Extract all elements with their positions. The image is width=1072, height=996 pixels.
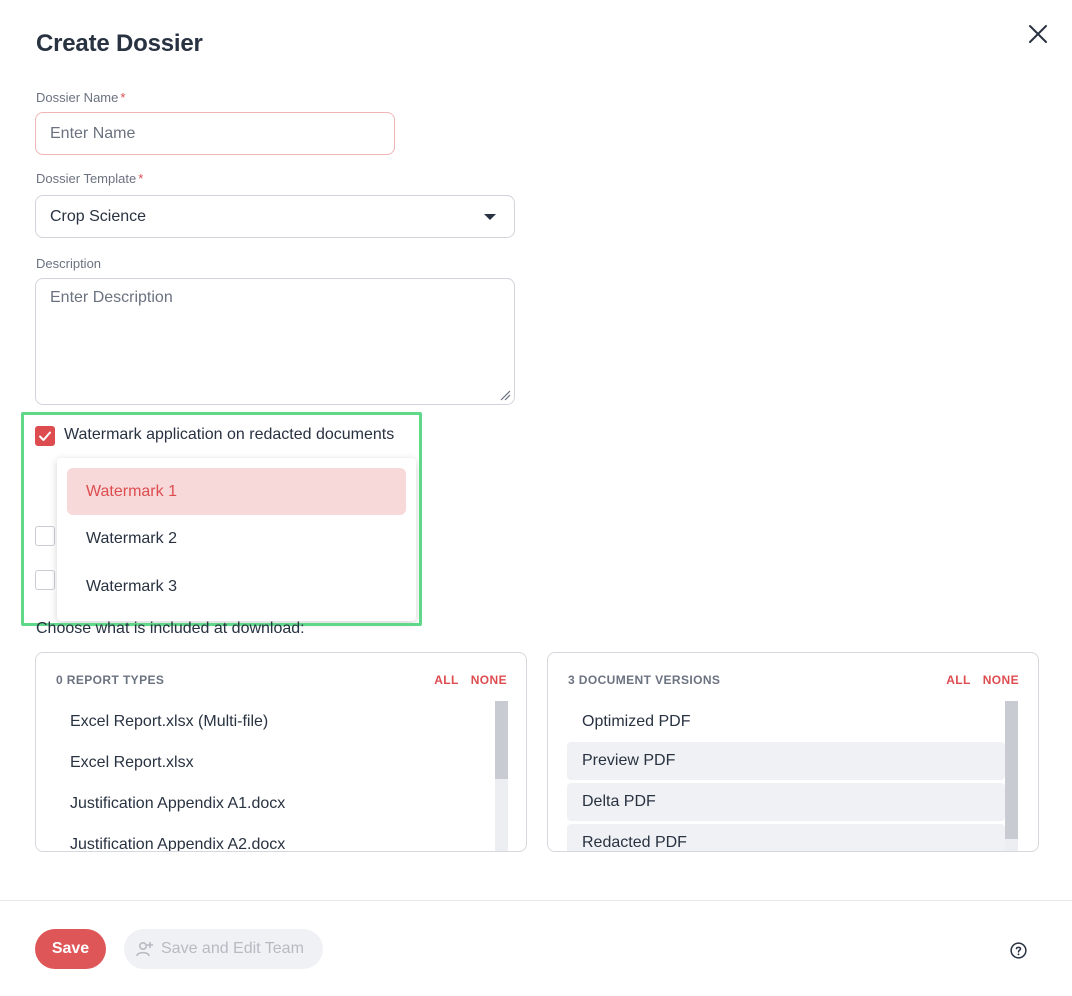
dossier-template-select[interactable]: Crop Science	[35, 195, 515, 238]
required-marker: *	[120, 90, 126, 105]
scrollbar-thumb[interactable]	[495, 701, 508, 779]
select-all-versions-button[interactable]: ALL	[946, 673, 971, 687]
select-none-reports-button[interactable]: NONE	[471, 673, 507, 687]
description-textarea[interactable]: Enter Description	[35, 278, 515, 405]
document-versions-list: Optimized PDF Preview PDF Delta PDF Reda…	[567, 701, 1005, 851]
dossier-name-input[interactable]: Enter Name	[35, 112, 395, 155]
list-item-selected[interactable]: Redacted PDF	[567, 824, 1005, 851]
report-types-title: 0 REPORT TYPES	[56, 673, 165, 687]
report-types-actions: ALL NONE	[434, 673, 507, 687]
report-types-panel: 0 REPORT TYPES ALL NONE Excel Report.xls…	[35, 652, 527, 852]
dossier-name-label: Dossier Name *	[36, 90, 125, 105]
highlight-box	[21, 412, 422, 626]
list-item[interactable]: Optimized PDF	[567, 701, 1005, 742]
description-label: Description	[36, 256, 102, 271]
required-marker: *	[138, 171, 144, 186]
list-item[interactable]: Excel Report.xlsx	[55, 742, 495, 783]
save-and-edit-team-button[interactable]: Save and Edit Team	[124, 929, 323, 969]
download-heading: Choose what is included at download:	[36, 620, 305, 637]
list-item[interactable]: Justification Appendix A1.docx	[55, 783, 495, 824]
save-button[interactable]: Save	[35, 929, 106, 969]
list-item-selected[interactable]: Preview PDF	[567, 742, 1005, 780]
dossier-template-label: Dossier Template *	[36, 171, 143, 186]
save-and-edit-team-label: Save and Edit Team	[161, 940, 304, 957]
select-none-versions-button[interactable]: NONE	[983, 673, 1019, 687]
document-versions-title: 3 DOCUMENT VERSIONS	[568, 673, 721, 687]
report-types-list: Excel Report.xlsx (Multi-file) Excel Rep…	[55, 701, 495, 852]
help-icon[interactable]	[1010, 942, 1027, 959]
caret-down-icon	[484, 213, 496, 220]
dialog-title: Create Dossier	[36, 30, 203, 57]
resize-handle-icon[interactable]	[499, 389, 511, 401]
list-item[interactable]: Justification Appendix A2.docx	[55, 824, 495, 852]
dossier-template-value: Crop Science	[50, 207, 147, 225]
select-all-reports-button[interactable]: ALL	[434, 673, 459, 687]
scrollbar-thumb[interactable]	[1005, 701, 1018, 839]
add-user-icon	[136, 941, 153, 957]
dossier-name-label-text: Dossier Name	[36, 90, 119, 105]
document-versions-actions: ALL NONE	[946, 673, 1019, 687]
report-types-scrollbar[interactable]	[495, 701, 508, 851]
list-item[interactable]: Excel Report.xlsx (Multi-file)	[55, 701, 495, 742]
close-icon[interactable]	[1026, 22, 1050, 46]
list-item-selected[interactable]: Delta PDF	[567, 783, 1005, 821]
document-versions-panel: 3 DOCUMENT VERSIONS ALL NONE Optimized P…	[547, 652, 1039, 852]
description-placeholder: Enter Description	[50, 289, 173, 306]
dossier-template-label-text: Dossier Template	[36, 171, 137, 186]
dossier-name-placeholder: Enter Name	[50, 124, 136, 142]
footer-divider	[0, 900, 1072, 901]
document-versions-scrollbar[interactable]	[1005, 701, 1018, 851]
